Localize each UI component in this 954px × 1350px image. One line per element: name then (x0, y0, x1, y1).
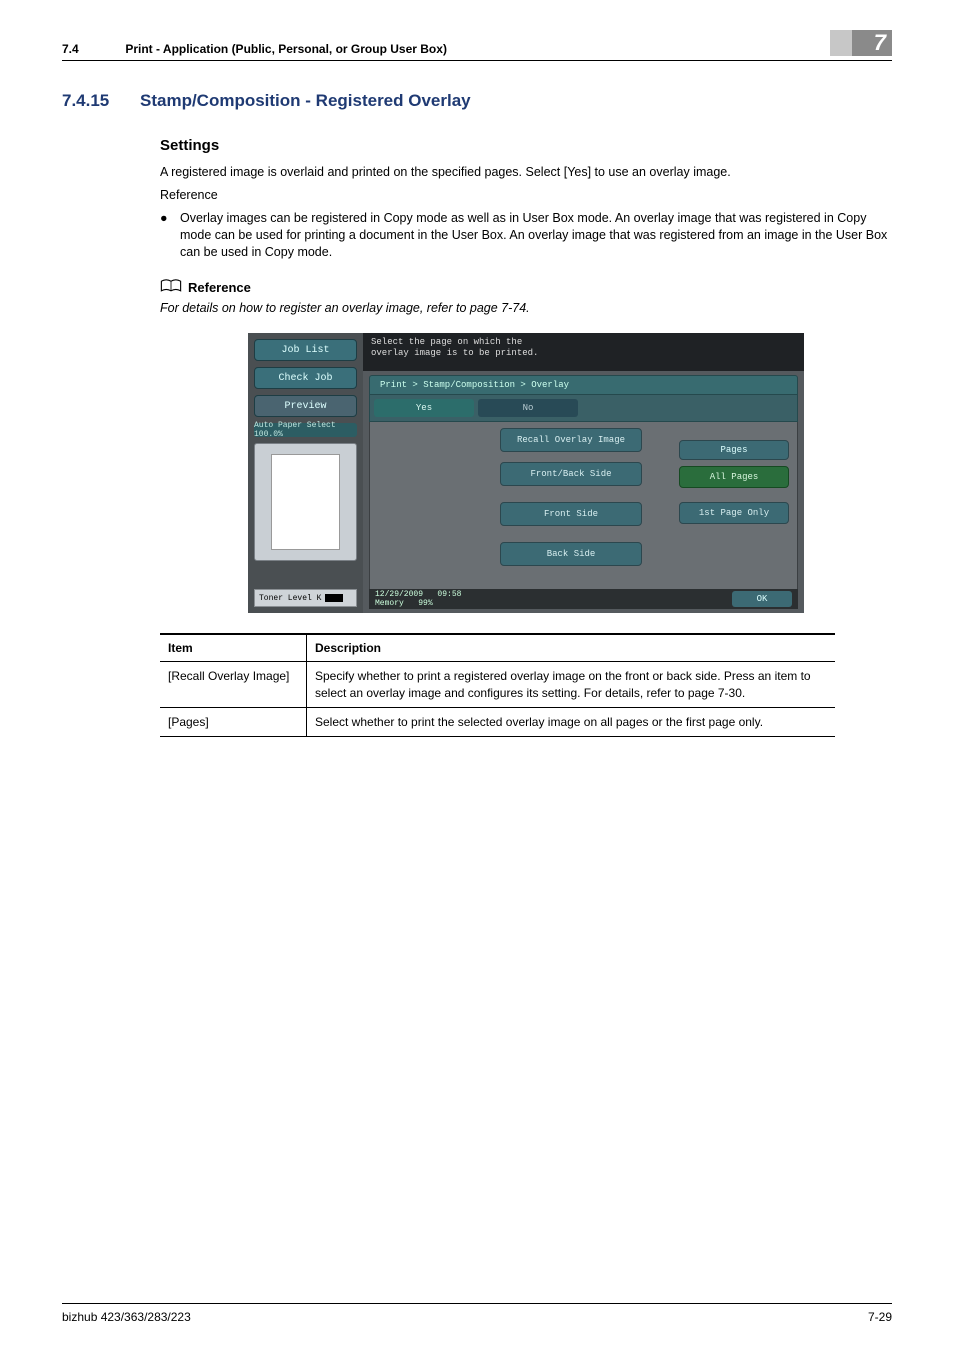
pages-heading: Pages (679, 440, 789, 460)
settings-heading: Settings (160, 137, 892, 154)
table-row: [Pages] Select whether to print the sele… (160, 707, 835, 736)
section-title: Print - Application (Public, Personal, o… (125, 42, 447, 56)
page-footer: bizhub 423/363/283/223 7-29 (62, 1303, 892, 1324)
section-heading: 7.4.15 Stamp/Composition - Registered Ov… (62, 91, 892, 111)
bullet-text: Overlay images can be registered in Copy… (180, 210, 892, 261)
screenshot-body: Recall Overlay Image Front/Back Side Fro… (369, 422, 798, 593)
footer-model: bizhub 423/363/283/223 (62, 1310, 191, 1324)
footer-time: 09:58 (437, 590, 461, 599)
breadcrumb: 7.4 Print - Application (Public, Persona… (62, 42, 447, 56)
screenshot-sidebar: Job List Check Job Preview Auto Paper Se… (248, 333, 363, 613)
check-job-button[interactable]: Check Job (254, 367, 357, 389)
bullet-dot-icon: ● (160, 210, 180, 261)
screenshot-footer: 12/29/2009 09:58 Memory 99% OK (369, 589, 798, 609)
device-screenshot: Job List Check Job Preview Auto Paper Se… (248, 333, 804, 613)
screenshot-main: Select the page on which the overlay ima… (363, 333, 804, 613)
job-list-button[interactable]: Job List (254, 339, 357, 361)
reference-text: For details on how to register an overla… (160, 301, 892, 315)
preview-button[interactable]: Preview (254, 395, 357, 417)
heading-title: Stamp/Composition - Registered Overlay (140, 91, 471, 111)
table-header-item: Item (160, 634, 307, 662)
table-cell-item: [Pages] (160, 707, 307, 736)
instruction-line-1: Select the page on which the (371, 337, 796, 348)
chapter-number: 7 (852, 30, 892, 56)
settings-paragraph: A registered image is overlaid and print… (160, 164, 892, 181)
pages-panel: Pages All Pages 1st Page Only (679, 440, 789, 524)
toner-level-label: Toner Level K (259, 594, 321, 603)
table-row: [Recall Overlay Image] Specify whether t… (160, 662, 835, 707)
tab-yes[interactable]: Yes (374, 399, 474, 417)
tab-no[interactable]: No (478, 399, 578, 417)
footer-memory-label: Memory (375, 599, 404, 608)
first-page-only-button[interactable]: 1st Page Only (679, 502, 789, 524)
settings-table: Item Description [Recall Overlay Image] … (160, 633, 835, 737)
recall-overlay-button[interactable]: Recall Overlay Image (500, 428, 642, 452)
reference-label: Reference (160, 187, 892, 204)
toner-bar-icon (325, 594, 343, 602)
back-side-button[interactable]: Back Side (500, 542, 642, 566)
reference-title: Reference (188, 280, 251, 295)
table-header-description: Description (307, 634, 836, 662)
heading-number: 7.4.15 (62, 91, 140, 111)
bullet-item: ● Overlay images can be registered in Co… (160, 210, 892, 261)
table-cell-item: [Recall Overlay Image] (160, 662, 307, 707)
all-pages-button[interactable]: All Pages (679, 466, 789, 488)
chapter-badge: 7 (830, 30, 892, 56)
front-side-button[interactable]: Front Side (500, 502, 642, 526)
instruction-text: Select the page on which the overlay ima… (363, 333, 804, 371)
instruction-line-2: overlay image is to be printed. (371, 348, 796, 359)
page-header: 7.4 Print - Application (Public, Persona… (62, 30, 892, 61)
footer-status: 12/29/2009 09:58 Memory 99% (375, 590, 461, 608)
table-cell-desc: Select whether to print the selected ove… (307, 707, 836, 736)
zoom-indicator: Auto Paper Select 100.0% (254, 423, 357, 437)
footer-memory-value: 99% (418, 599, 432, 608)
preview-thumbnail (254, 443, 357, 561)
reference-block: Reference For details on how to register… (160, 278, 892, 315)
badge-stripe (830, 30, 852, 56)
breadcrumb-path: Print > Stamp/Composition > Overlay (369, 375, 798, 395)
front-back-side-button[interactable]: Front/Back Side (500, 462, 642, 486)
toner-level: Toner Level K (254, 589, 357, 607)
book-icon (160, 278, 182, 297)
ok-button[interactable]: OK (732, 591, 792, 607)
footer-page-number: 7-29 (868, 1310, 892, 1324)
section-number: 7.4 (62, 42, 122, 56)
yes-no-tabs: Yes No (369, 395, 798, 422)
footer-date: 12/29/2009 (375, 590, 423, 599)
table-cell-desc: Specify whether to print a registered ov… (307, 662, 836, 707)
